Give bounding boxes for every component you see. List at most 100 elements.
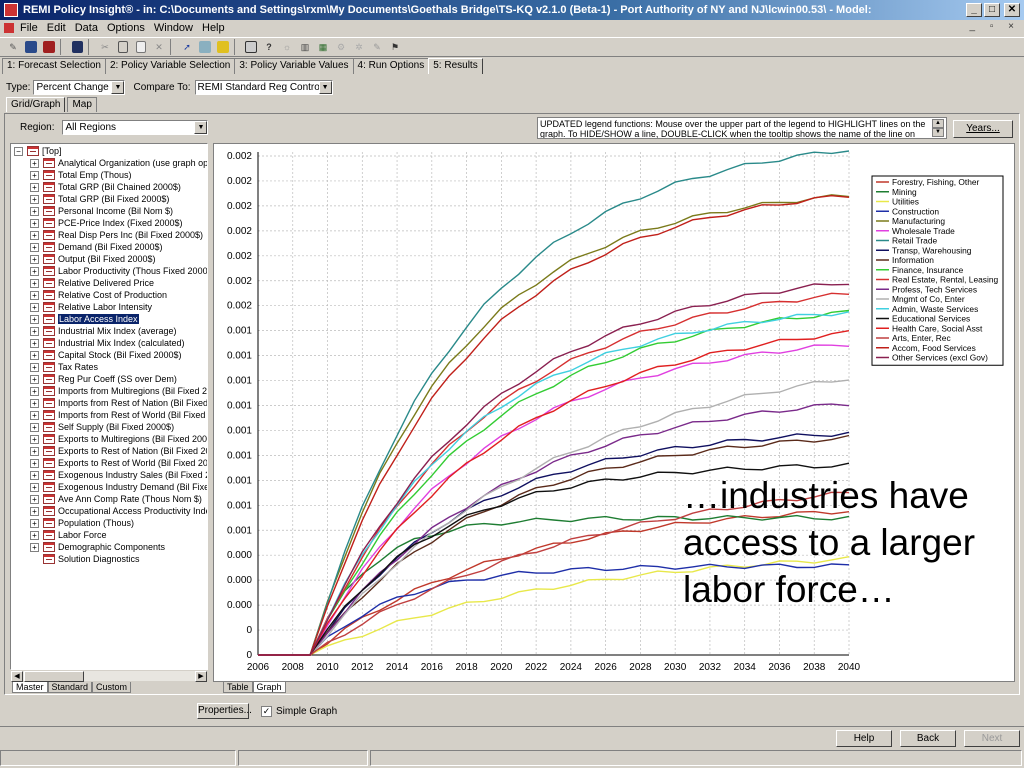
menu-window[interactable]: Window [154, 22, 193, 34]
expand-icon[interactable]: + [30, 302, 39, 312]
tab-policy-variable-values[interactable]: 3: Policy Variable Values [234, 58, 354, 74]
compare-select[interactable]: REMI Standard Reg Control ▼ [194, 79, 333, 95]
variable-tree[interactable]: − [Top] + Analytical Organization (use gr… [10, 143, 208, 670]
tree-item[interactable]: + Exogenous Industry Sales (Bil Fixed 20( [30, 469, 207, 481]
chevron-down-icon[interactable]: ▼ [111, 80, 125, 94]
network-icon[interactable]: ✲ [350, 38, 368, 56]
type-select[interactable]: Percent Change ▼ [33, 79, 126, 95]
mdi-controls[interactable]: _ ▫ × [969, 21, 1020, 32]
tree-item[interactable]: + Labor Productivity (Thous Fixed 2000$) [30, 265, 207, 277]
simple-graph-checkbox[interactable]: ✓ [261, 705, 272, 717]
tree-item[interactable]: + Relative Cost of Production [30, 289, 167, 301]
gear-icon[interactable]: ⚙ [332, 38, 350, 56]
expand-icon[interactable]: + [30, 266, 39, 276]
scroll-left-icon[interactable]: ◀ [11, 671, 23, 682]
flag-icon[interactable]: ⚑ [386, 38, 404, 56]
copy-icon[interactable] [114, 38, 132, 56]
tree-item[interactable]: + Exports to Rest of World (Bil Fixed 200… [30, 457, 207, 469]
expand-icon[interactable]: + [30, 494, 39, 504]
collapse-icon[interactable]: − [14, 146, 23, 156]
years-button[interactable]: Years... [953, 120, 1013, 138]
expand-icon[interactable]: + [30, 506, 39, 516]
help-button[interactable]: Help [836, 730, 892, 747]
expand-icon[interactable]: + [30, 182, 39, 192]
tree-item[interactable]: + Industrial Mix Index (calculated) [30, 337, 185, 349]
wand-icon[interactable]: ✎ [4, 38, 22, 56]
menu-file[interactable]: File [20, 22, 38, 34]
tab-master[interactable]: Master [12, 682, 48, 693]
tree-item[interactable]: + Reg Pur Coeff (SS over Dem) [30, 373, 177, 385]
tree-item[interactable]: + Labor Access Index [30, 313, 139, 325]
delete-icon[interactable]: ✕ [150, 38, 168, 56]
tree-item[interactable]: + Output (Bil Fixed 2000$) [30, 253, 156, 265]
tree-item[interactable]: + Real Disp Pers Inc (Bil Fixed 2000$) [30, 229, 203, 241]
expand-icon[interactable]: + [30, 374, 39, 384]
lightbulb-icon[interactable]: ☼ [278, 38, 296, 56]
tree-item[interactable]: + Demand (Bil Fixed 2000$) [30, 241, 163, 253]
tab-table[interactable]: Table [223, 682, 253, 693]
tab-custom[interactable]: Custom [92, 682, 132, 693]
tab-map[interactable]: Map [67, 97, 97, 112]
chart-icon[interactable] [214, 38, 232, 56]
expand-icon[interactable]: + [30, 278, 39, 288]
scroll-right-icon[interactable]: ▶ [195, 671, 207, 682]
map-icon[interactable]: ▦ [314, 38, 332, 56]
expand-icon[interactable]: + [30, 194, 39, 204]
expand-icon[interactable]: + [30, 362, 39, 372]
expand-icon[interactable]: + [30, 434, 39, 444]
expand-icon[interactable]: + [30, 290, 39, 300]
tree-item[interactable]: + Relative Delivered Price [30, 277, 154, 289]
back-button[interactable]: Back [900, 730, 956, 747]
expand-icon[interactable]: + [30, 530, 39, 540]
tab-grid-graph[interactable]: Grid/Graph [6, 97, 66, 112]
close-button[interactable]: ✕ [1004, 3, 1020, 17]
tree-item[interactable]: + Self Supply (Bil Fixed 2000$) [30, 421, 174, 433]
tree-item[interactable]: + Population (Thous) [30, 517, 134, 529]
expand-icon[interactable]: + [30, 410, 39, 420]
expand-icon[interactable]: + [30, 218, 39, 228]
bar-chart-icon[interactable]: ▥ [296, 38, 314, 56]
menu-data[interactable]: Data [75, 22, 98, 34]
properties-button[interactable]: Properties... [197, 703, 252, 719]
tab-standard[interactable]: Standard [47, 682, 93, 693]
expand-icon[interactable]: + [30, 350, 39, 360]
tree-item[interactable]: + PCE-Price Index (Fixed 2000$) [30, 217, 183, 229]
next-button[interactable]: Next [964, 730, 1020, 747]
tree-item[interactable]: + Total GRP (Bil Chained 2000$) [30, 181, 181, 193]
table-icon[interactable] [196, 38, 214, 56]
tree-item[interactable]: + Total Emp (Thous) [30, 169, 132, 181]
expand-icon[interactable]: + [30, 158, 39, 168]
expand-icon[interactable]: + [30, 518, 39, 528]
save-icon[interactable] [68, 38, 86, 56]
tree-item[interactable]: + Relative Labor Intensity [30, 301, 152, 313]
tree-root[interactable]: − [Top] [14, 145, 62, 157]
menu-help[interactable]: Help [202, 22, 225, 34]
tab-results[interactable]: 5: Results [428, 58, 483, 74]
tree-item[interactable]: Solution Diagnostics [30, 553, 140, 565]
menu-app-icon[interactable] [4, 23, 14, 33]
print-icon[interactable] [242, 38, 260, 56]
tree-item[interactable]: + Imports from Multiregions (Bil Fixed 20… [30, 385, 207, 397]
spin-down-icon[interactable]: ▼ [932, 128, 944, 137]
tree-item[interactable]: + Capital Stock (Bil Fixed 2000$) [30, 349, 182, 361]
tree-item[interactable]: + Imports from Rest of World (Bil Fixed 2… [30, 409, 207, 421]
menu-edit[interactable]: Edit [47, 22, 66, 34]
tree-item[interactable]: + Personal Income (Bil Nom $) [30, 205, 173, 217]
chevron-down-icon[interactable]: ▼ [194, 121, 208, 134]
tree-item[interactable]: + Demographic Components [30, 541, 165, 553]
expand-icon[interactable]: + [30, 338, 39, 348]
tree-item[interactable]: + Exports to Rest of Nation (Bil Fixed 20… [30, 445, 207, 457]
tools-icon[interactable]: ✎ [368, 38, 386, 56]
tree-item[interactable]: + Analytical Organization (use graph opti… [30, 157, 207, 169]
cut-icon[interactable]: ✂ [96, 38, 114, 56]
minimize-button[interactable]: _ [966, 3, 982, 17]
expand-icon[interactable]: + [30, 242, 39, 252]
expand-icon[interactable]: + [30, 470, 39, 480]
expand-icon[interactable]: + [30, 386, 39, 396]
tree-item[interactable]: + Imports from Rest of Nation (Bil Fixed … [30, 397, 207, 409]
tree-item[interactable]: + Labor Force [30, 529, 107, 541]
tree-item[interactable]: + Ave Ann Comp Rate (Thous Nom $) [30, 493, 202, 505]
chevron-down-icon[interactable]: ▼ [318, 80, 332, 94]
scroll-thumb[interactable] [24, 671, 84, 682]
open-icon[interactable] [22, 38, 40, 56]
